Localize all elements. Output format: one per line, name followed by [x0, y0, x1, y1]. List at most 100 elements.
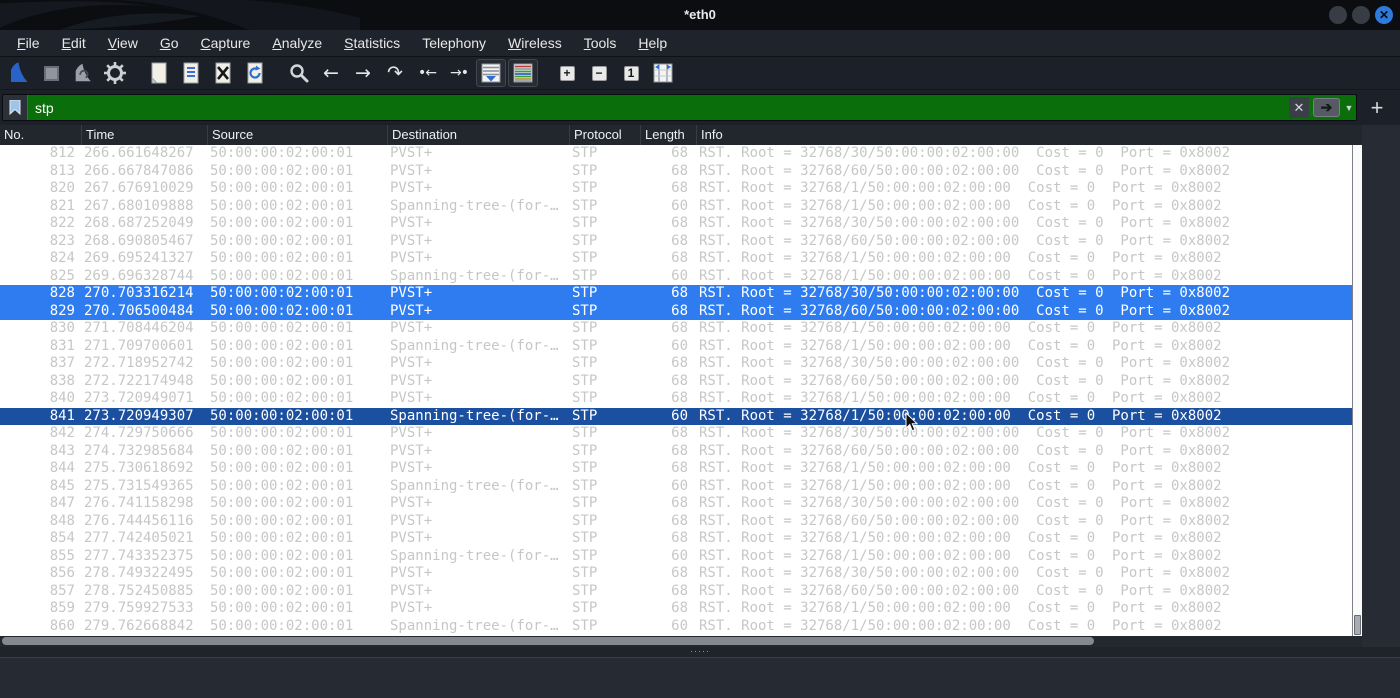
close-button[interactable]: ✕	[1375, 6, 1393, 24]
packet-row[interactable]: 848 276.744456116 50:00:00:02:00:01 PVST…	[0, 513, 1352, 531]
auto-scroll-icon	[481, 63, 501, 83]
open-file-button[interactable]	[144, 59, 174, 87]
display-filter-field: ✕ ➔ ▼	[2, 94, 1357, 121]
title-bar: *eth0 ✕	[0, 0, 1400, 30]
menu-item-statistics[interactable]: Statistics	[333, 30, 411, 56]
file-icon	[151, 62, 167, 84]
resize-columns-icon	[653, 63, 673, 83]
packet-row[interactable]: 823 268.690805467 50:00:00:02:00:01 PVST…	[0, 233, 1352, 251]
column-header-destination[interactable]: Destination	[388, 125, 570, 145]
column-header-no[interactable]: No.	[0, 125, 82, 145]
packet-row[interactable]: 860 279.762668842 50:00:00:02:00:01 Span…	[0, 618, 1352, 636]
go-back-button[interactable]: ←	[316, 59, 346, 87]
packet-row[interactable]: 824 269.695241327 50:00:00:02:00:01 PVST…	[0, 250, 1352, 268]
filter-apply-button[interactable]: ➔	[1313, 98, 1340, 117]
column-header-length[interactable]: Length	[641, 125, 697, 145]
packet-row[interactable]: 812 266.661648267 50:00:00:02:00:01 PVST…	[0, 145, 1352, 163]
menu-item-telephony[interactable]: Telephony	[411, 30, 497, 56]
main-toolbar: ← → ↷ •← →• + − 1	[0, 57, 1400, 90]
column-header-time[interactable]: Time	[82, 125, 208, 145]
auto-scroll-button[interactable]	[476, 59, 506, 87]
packet-row[interactable]: 859 279.759927533 50:00:00:02:00:01 PVST…	[0, 600, 1352, 618]
packet-row[interactable]: 831 271.709700601 50:00:00:02:00:01 Span…	[0, 338, 1352, 356]
packet-row[interactable]: 828 270.703316214 50:00:00:02:00:01 PVST…	[0, 285, 1352, 303]
packet-row[interactable]: 830 271.708446204 50:00:00:02:00:01 PVST…	[0, 320, 1352, 338]
go-to-packet-button[interactable]: ↷	[380, 59, 410, 87]
packet-row[interactable]: 840 273.720949071 50:00:00:02:00:01 PVST…	[0, 390, 1352, 408]
close-file-button[interactable]	[208, 59, 238, 87]
packet-details-pane	[0, 657, 1400, 698]
capture-options-button[interactable]	[100, 59, 130, 87]
packet-row[interactable]: 841 273.720949307 50:00:00:02:00:01 Span…	[0, 407, 1352, 425]
packet-row[interactable]: 847 276.741158298 50:00:00:02:00:01 PVST…	[0, 495, 1352, 513]
maximize-button[interactable]	[1352, 6, 1370, 24]
packet-row[interactable]: 843 274.732985684 50:00:00:02:00:01 PVST…	[0, 443, 1352, 461]
packet-row[interactable]: 845 275.731549365 50:00:00:02:00:01 Span…	[0, 478, 1352, 496]
resize-columns-button[interactable]	[648, 59, 678, 87]
display-filter-input[interactable]	[28, 95, 1289, 120]
start-capture-button[interactable]	[4, 59, 34, 87]
go-first-packet-button[interactable]: •←	[412, 59, 442, 87]
horizontal-scrollbar[interactable]	[0, 636, 1362, 647]
menu-item-go[interactable]: Go	[149, 30, 190, 56]
filter-dropdown-caret[interactable]: ▼	[1342, 97, 1356, 118]
vertical-scrollbar[interactable]	[1352, 145, 1362, 636]
column-header-protocol[interactable]: Protocol	[570, 125, 641, 145]
plus-icon: +	[559, 65, 575, 81]
packet-row[interactable]: 844 275.730618692 50:00:00:02:00:01 PVST…	[0, 460, 1352, 478]
column-header-info[interactable]: Info	[697, 125, 1362, 145]
menu-item-analyze[interactable]: Analyze	[261, 30, 333, 56]
zoom-in-button[interactable]: +	[552, 59, 582, 87]
menu-item-help[interactable]: Help	[627, 30, 678, 56]
vertical-scrollbar-thumb[interactable]	[1354, 615, 1361, 635]
packet-row[interactable]: 855 277.743352375 50:00:00:02:00:01 Span…	[0, 548, 1352, 566]
bookmark-icon	[9, 100, 21, 115]
packet-list-header: No. Time Source Destination Protocol Len…	[0, 125, 1362, 145]
packet-row[interactable]: 838 272.722174948 50:00:00:02:00:01 PVST…	[0, 373, 1352, 391]
reload-file-button[interactable]	[240, 59, 270, 87]
arrow-left-icon: ←	[323, 61, 339, 84]
packet-row[interactable]: 821 267.680109888 50:00:00:02:00:01 Span…	[0, 198, 1352, 216]
gear-icon	[104, 62, 126, 84]
packet-row[interactable]: 842 274.729750666 50:00:00:02:00:01 PVST…	[0, 425, 1352, 443]
packet-row[interactable]: 822 268.687252049 50:00:00:02:00:01 PVST…	[0, 215, 1352, 233]
save-file-button[interactable]	[176, 59, 206, 87]
go-last-packet-button[interactable]: →•	[444, 59, 474, 87]
filter-clear-button[interactable]: ✕	[1289, 97, 1309, 118]
right-background-strip	[1362, 125, 1400, 647]
packet-row[interactable]: 820 267.676910029 50:00:00:02:00:01 PVST…	[0, 180, 1352, 198]
stop-icon	[43, 65, 59, 81]
file-reload-icon	[247, 62, 263, 84]
packet-row[interactable]: 857 278.752450885 50:00:00:02:00:01 PVST…	[0, 583, 1352, 601]
menu-item-edit[interactable]: Edit	[51, 30, 97, 56]
arrow-to-first-icon: •←	[418, 65, 437, 81]
packet-row[interactable]: 813 266.667847086 50:00:00:02:00:01 PVST…	[0, 163, 1352, 181]
add-filter-button[interactable]: +	[1365, 96, 1389, 120]
colorize-icon	[513, 63, 533, 83]
stop-capture-button[interactable]	[36, 59, 66, 87]
packet-row[interactable]: 856 278.749322495 50:00:00:02:00:01 PVST…	[0, 565, 1352, 583]
zoom-out-button[interactable]: −	[584, 59, 614, 87]
restart-capture-button[interactable]	[68, 59, 98, 87]
column-header-source[interactable]: Source	[208, 125, 388, 145]
packet-row[interactable]: 854 277.742405021 50:00:00:02:00:01 PVST…	[0, 530, 1352, 548]
menu-item-tools[interactable]: Tools	[573, 30, 628, 56]
shark-fin-icon	[11, 62, 28, 82]
pane-splitter[interactable]: ·····	[0, 647, 1400, 657]
packet-row[interactable]: 829 270.706500484 50:00:00:02:00:01 PVST…	[0, 302, 1352, 320]
menu-item-capture[interactable]: Capture	[190, 30, 262, 56]
packet-row[interactable]: 837 272.718952742 50:00:00:02:00:01 PVST…	[0, 355, 1352, 373]
file-close-icon	[215, 62, 231, 84]
go-forward-button[interactable]: →	[348, 59, 378, 87]
horizontal-scrollbar-thumb[interactable]	[2, 637, 1094, 645]
menu-item-wireless[interactable]: Wireless	[497, 30, 573, 56]
zoom-normal-button[interactable]: 1	[616, 59, 646, 87]
colorize-button[interactable]	[508, 59, 538, 87]
filter-bookmark-button[interactable]	[3, 95, 28, 120]
minus-icon: −	[591, 65, 607, 81]
menu-item-view[interactable]: View	[97, 30, 149, 56]
minimize-button[interactable]	[1329, 6, 1347, 24]
menu-item-file[interactable]: File	[6, 30, 51, 56]
packet-row[interactable]: 825 269.696328744 50:00:00:02:00:01 Span…	[0, 268, 1352, 286]
find-packet-button[interactable]	[284, 59, 314, 87]
